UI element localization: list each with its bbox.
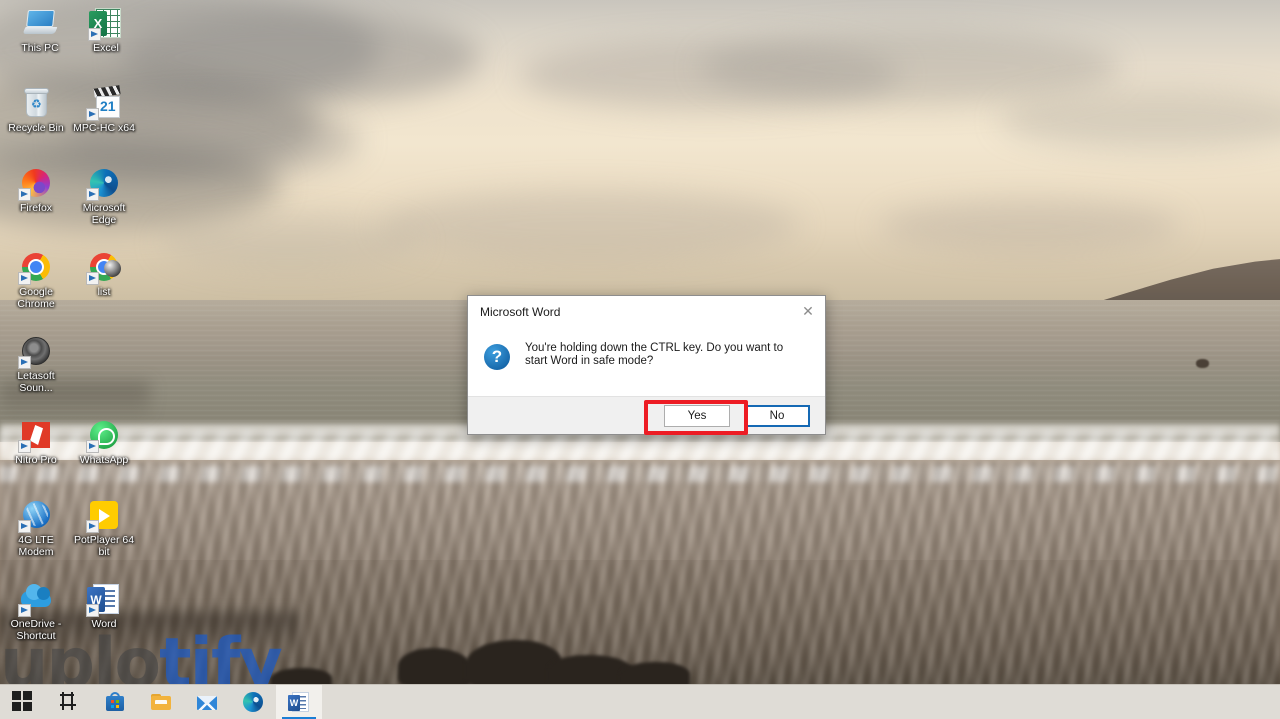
desktop-icon-label: OneDrive - Shortcut [10, 618, 62, 642]
desktop-icon-google-chrome[interactable]: Google Chrome [2, 250, 70, 310]
word-icon [288, 691, 310, 713]
desktop-icon-firefox[interactable]: Firefox [2, 166, 70, 215]
desktop-icon-label: PotPlayer 64 bit [73, 534, 135, 558]
dialog-titlebar[interactable]: Microsoft Word ✕ [468, 296, 825, 328]
desktop-icon-label: Letasoft Soun... [17, 370, 55, 394]
recycle-bin-icon: ♻ [19, 86, 53, 120]
taskbar-item-microsoft-edge[interactable] [230, 685, 276, 719]
mpc-hc-icon: 21 [86, 85, 121, 121]
desktop-icon-label: Firefox [19, 202, 53, 214]
desktop-screen: uplotify This PCExcel♻Recycle Bin21MPC-H… [0, 0, 1280, 719]
desktop-icon-recycle-bin[interactable]: ♻ Recycle Bin [2, 86, 70, 135]
shortcut-arrow-icon [18, 520, 31, 533]
shortcut-arrow-icon [18, 604, 31, 617]
desktop-icon-this-pc[interactable]: This PC [6, 6, 74, 55]
yes-button[interactable]: Yes [664, 404, 730, 427]
desktop-icon-label: 4G LTE Modem [18, 534, 54, 558]
microsoft-edge-icon [242, 691, 264, 713]
no-button[interactable]: No [744, 404, 810, 427]
desktop-icon-whatsapp[interactable]: WhatsApp [70, 418, 138, 467]
taskbar-item-file-explorer[interactable] [138, 685, 184, 719]
shortcut-arrow-icon [86, 440, 99, 453]
onedrive-icon [18, 582, 53, 617]
task-view-icon [58, 691, 80, 713]
dialog-message: You're holding down the CTRL key. Do you… [525, 342, 784, 367]
taskbar-item-mail[interactable] [184, 685, 230, 719]
desktop-icon-label: Nitro Pro [15, 454, 57, 466]
taskbar [0, 684, 1280, 719]
shortcut-arrow-icon [86, 108, 99, 121]
desktop-icon-word[interactable]: Word [70, 582, 138, 631]
whatsapp-icon [86, 418, 121, 453]
desktop-icon-label: list [97, 286, 111, 298]
desktop-icon-label: MPC-HC x64 [73, 122, 135, 134]
list-shortcut-icon [86, 250, 121, 285]
desktop-icon-grid: This PC Excel ♻ Recycle Bin 21MPC-HC x64 Fire… [0, 0, 160, 660]
shortcut-arrow-icon [18, 440, 31, 453]
google-chrome-icon [18, 250, 53, 285]
wallpaper-swimmer [1196, 359, 1209, 368]
taskbar-item-start[interactable] [0, 685, 46, 719]
desktop-icon-onedrive-shortcut[interactable]: OneDrive - Shortcut [2, 582, 70, 642]
letasoft-sound-booster-icon [18, 334, 53, 369]
wallpaper-rock [398, 648, 472, 688]
shortcut-arrow-icon [86, 604, 99, 617]
microsoft-store-icon [104, 691, 126, 713]
this-pc-icon [22, 6, 58, 40]
desktop-icon-mpc-hc-x64[interactable]: 21 MPC-HC x64 [70, 85, 138, 135]
dialog-button-bar: Yes No [468, 396, 825, 434]
shortcut-arrow-icon [18, 356, 31, 369]
question-mark-icon: ? [484, 344, 510, 370]
windows-start-icon [12, 691, 34, 713]
excel-icon [88, 6, 123, 41]
desktop-icon-label: Word [91, 618, 117, 630]
desktop-icon-excel[interactable]: Excel [72, 6, 140, 55]
microsoft-edge-icon [86, 166, 121, 201]
dialog-body: ? You're holding down the CTRL key. Do y… [468, 328, 825, 398]
dialog-title: Microsoft Word [480, 305, 561, 319]
desktop-icon-label: Excel [93, 42, 119, 54]
desktop-icon-label: This PC [21, 42, 59, 54]
desktop-icon-nitro-pro[interactable]: Nitro Pro [2, 418, 70, 467]
shortcut-arrow-icon [18, 272, 31, 285]
taskbar-item-task-view[interactable] [46, 685, 92, 719]
desktop-icon-microsoft-edge[interactable]: Microsoft Edge [70, 166, 138, 226]
shortcut-arrow-icon [86, 188, 99, 201]
microsoft-word-dialog[interactable]: Microsoft Word ✕ ? You're holding down t… [467, 295, 826, 435]
desktop-icon-label: Microsoft Edge [82, 202, 126, 226]
word-icon [86, 582, 121, 617]
4g-lte-modem-icon [18, 498, 53, 533]
shortcut-arrow-icon [86, 272, 99, 285]
potplayer-icon [86, 498, 121, 533]
desktop-icon-label: Recycle Bin [8, 122, 64, 134]
shortcut-arrow-icon [88, 28, 101, 41]
desktop-icon-4g-lte-modem[interactable]: 4G LTE Modem [2, 498, 70, 558]
firefox-icon [18, 166, 53, 201]
desktop-icon-letasoft-soun[interactable]: Letasoft Soun... [2, 334, 70, 394]
desktop-icon-potplayer-64-bit[interactable]: PotPlayer 64 bit [70, 498, 138, 558]
file-explorer-icon [150, 691, 172, 713]
desktop-icon-label: WhatsApp [79, 454, 129, 466]
shortcut-arrow-icon [86, 520, 99, 533]
desktop-icon-list[interactable]: list [70, 250, 138, 299]
desktop-icon-label: Google Chrome [17, 286, 55, 310]
nitro-pro-icon [18, 418, 53, 453]
shortcut-arrow-icon [18, 188, 31, 201]
close-icon[interactable]: ✕ [791, 296, 825, 326]
taskbar-item-microsoft-store[interactable] [92, 685, 138, 719]
taskbar-item-word[interactable] [276, 684, 322, 719]
mail-icon [196, 691, 218, 713]
